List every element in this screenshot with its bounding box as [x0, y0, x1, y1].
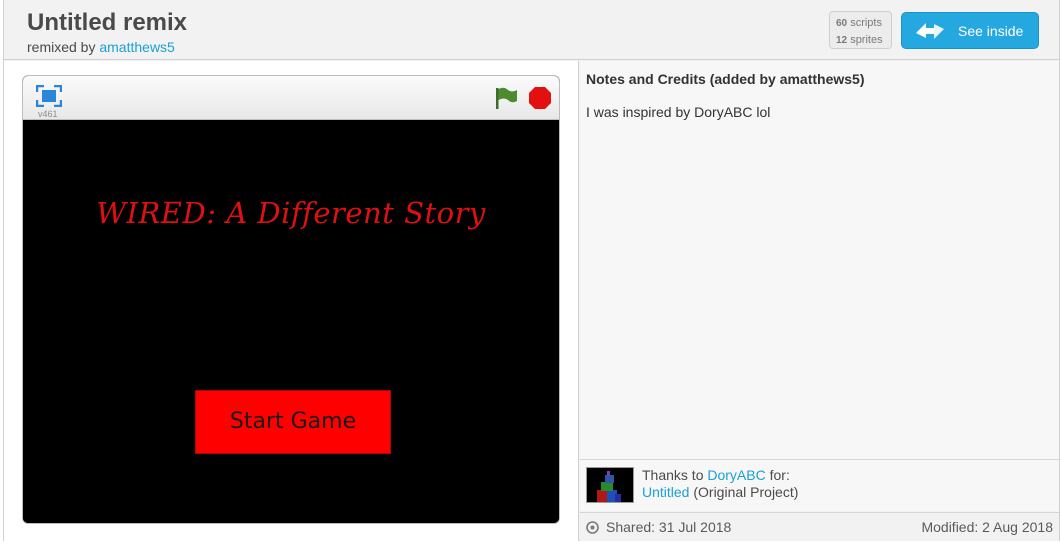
remix-arrows-icon	[916, 22, 944, 39]
thanks-prefix: Thanks to	[642, 467, 704, 483]
see-inside-button[interactable]: See inside	[901, 12, 1039, 49]
project-header: Untitled remix remixed by amatthews5 60 …	[4, 0, 1059, 60]
notes-panel: Notes and Credits (added by amatthews5) …	[580, 61, 1059, 459]
original-project-thumbnail[interactable]	[586, 467, 634, 503]
original-project-note: (Original Project)	[693, 484, 799, 500]
sprites-count: 12	[836, 35, 848, 46]
scripts-count: 60	[836, 18, 848, 29]
project-title[interactable]: Untitled remix	[27, 9, 187, 37]
player-toolbar: v461	[23, 76, 559, 120]
start-game-label: Start Game	[229, 409, 357, 434]
project-dates: Shared: 31 Jul 2018 Modified: 2 Aug 2018	[580, 512, 1059, 541]
remixer-link[interactable]: amatthews5	[99, 39, 174, 55]
scripts-label: scripts	[850, 17, 882, 29]
player-version: v461	[38, 109, 58, 119]
stage-title-text: WIRED: A Different Story	[96, 196, 486, 230]
original-author-link[interactable]: DoryABC	[707, 467, 765, 483]
start-game-button[interactable]: Start Game	[195, 390, 391, 454]
player-area: v461 WIRED: A Different Story Start Game	[4, 61, 579, 541]
notes-text: I was inspired by DoryABC lol	[586, 104, 771, 120]
project-stage[interactable]: WIRED: A Different Story Start Game	[23, 120, 559, 523]
green-flag-icon[interactable]	[493, 86, 519, 110]
remixed-by-line: remixed by amatthews5	[27, 39, 175, 55]
project-page: Untitled remix remixed by amatthews5 60 …	[3, 0, 1060, 541]
original-project-link[interactable]: Untitled	[642, 484, 689, 500]
remixed-prefix: remixed by	[27, 39, 96, 55]
fullscreen-icon[interactable]	[36, 85, 62, 107]
shared-icon	[586, 520, 599, 534]
modified-date: Modified: 2 Aug 2018	[921, 519, 1053, 535]
project-player: v461 WIRED: A Different Story Start Game	[22, 75, 560, 524]
see-inside-label: See inside	[958, 22, 1024, 39]
project-stats: 60 scripts 12 sprites	[829, 11, 892, 49]
stop-icon[interactable]	[528, 86, 552, 110]
remix-credits: Thanks to DoryABC for: Untitled (Origina…	[580, 459, 1059, 511]
shared-text: Shared: 31 Jul 2018	[606, 519, 732, 535]
thumbnail-image	[587, 468, 633, 502]
sprites-label: sprites	[850, 34, 883, 46]
thanks-text: Thanks to DoryABC for: Untitled (Origina…	[642, 467, 798, 501]
thanks-suffix: for:	[769, 467, 790, 483]
notes-heading: Notes and Credits (added by amatthews5)	[586, 71, 865, 87]
shared-date: Shared: 31 Jul 2018	[586, 519, 731, 535]
